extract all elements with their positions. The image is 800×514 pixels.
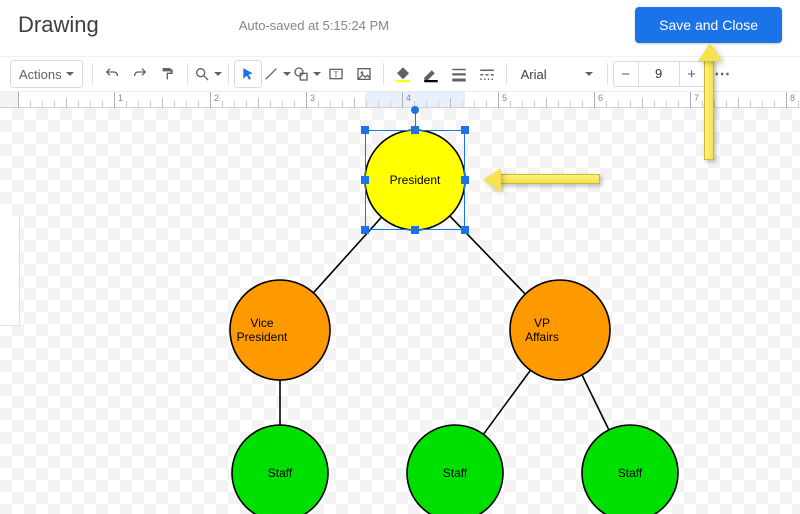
shape-tool-button[interactable]: [292, 60, 322, 88]
border-color-button[interactable]: [417, 60, 445, 88]
resize-handle[interactable]: [461, 126, 469, 134]
pencil-icon: [422, 65, 440, 83]
font-family-select[interactable]: Arial: [512, 60, 602, 88]
actions-menu-button[interactable]: Actions: [10, 60, 83, 88]
save-and-close-button[interactable]: Save and Close: [635, 7, 782, 43]
org-node-label: Staff: [268, 466, 293, 480]
chevron-down-icon: [214, 72, 222, 76]
chevron-down-icon: [283, 72, 291, 76]
annotation-arrow-up: [704, 60, 714, 160]
line-dash-icon: [478, 65, 496, 83]
line-icon: [263, 66, 279, 82]
annotation-arrow-left: [500, 174, 600, 184]
border-weight-button[interactable]: [445, 60, 473, 88]
zoom-icon: [194, 66, 210, 82]
image-tool-button[interactable]: [350, 60, 378, 88]
line-weight-icon: [450, 65, 468, 83]
autosave-status: Auto-saved at 5:15:24 PM: [239, 18, 389, 33]
chevron-down-icon: [313, 72, 321, 76]
fill-color-button[interactable]: [389, 60, 417, 88]
dialog-header: Drawing Auto-saved at 5:15:24 PM Save an…: [0, 0, 800, 56]
image-icon: [356, 66, 372, 82]
actions-label: Actions: [19, 67, 62, 82]
selection-box[interactable]: [365, 130, 465, 230]
drawing-canvas[interactable]: PresidentVicePresidentVPAffairsStaffStaf…: [0, 108, 800, 514]
resize-handle[interactable]: [411, 226, 419, 234]
org-node-label: Staff: [443, 466, 468, 480]
chevron-down-icon: [66, 72, 74, 76]
toolbar: Actions T: [0, 56, 800, 92]
vertical-ruler-stub: [0, 216, 20, 326]
zoom-button[interactable]: [193, 60, 223, 88]
org-edge[interactable]: [582, 375, 609, 430]
font-size-increase-button[interactable]: +: [679, 61, 705, 87]
canvas-area: PresidentVicePresidentVPAffairsStaffStaf…: [0, 108, 800, 514]
resize-handle[interactable]: [461, 226, 469, 234]
select-tool-button[interactable]: [234, 60, 262, 88]
font-size-value[interactable]: 9: [639, 61, 679, 87]
rotate-handle[interactable]: [411, 106, 419, 114]
dialog-title: Drawing: [18, 12, 99, 38]
paint-roller-icon: [160, 66, 176, 82]
font-size-control: − 9 +: [613, 61, 705, 87]
resize-handle[interactable]: [361, 226, 369, 234]
font-size-decrease-button[interactable]: −: [613, 61, 639, 87]
redo-button[interactable]: [126, 60, 154, 88]
org-edge[interactable]: [483, 370, 530, 434]
fill-bucket-icon: [394, 65, 412, 83]
border-dash-button[interactable]: [473, 60, 501, 88]
font-family-value: Arial: [521, 67, 547, 82]
line-tool-button[interactable]: [262, 60, 292, 88]
org-node-label: Staff: [618, 466, 643, 480]
textbox-tool-button[interactable]: T: [322, 60, 350, 88]
undo-icon: [104, 66, 120, 82]
horizontal-ruler[interactable]: 12345678: [0, 92, 800, 108]
chevron-down-icon: [585, 72, 593, 76]
svg-text:T: T: [333, 70, 338, 79]
paint-format-button[interactable]: [154, 60, 182, 88]
undo-button[interactable]: [98, 60, 126, 88]
shape-icon: [293, 66, 309, 82]
resize-handle[interactable]: [361, 126, 369, 134]
cursor-icon: [241, 67, 255, 81]
redo-icon: [132, 66, 148, 82]
resize-handle[interactable]: [461, 176, 469, 184]
textbox-icon: T: [328, 66, 344, 82]
resize-handle[interactable]: [361, 176, 369, 184]
